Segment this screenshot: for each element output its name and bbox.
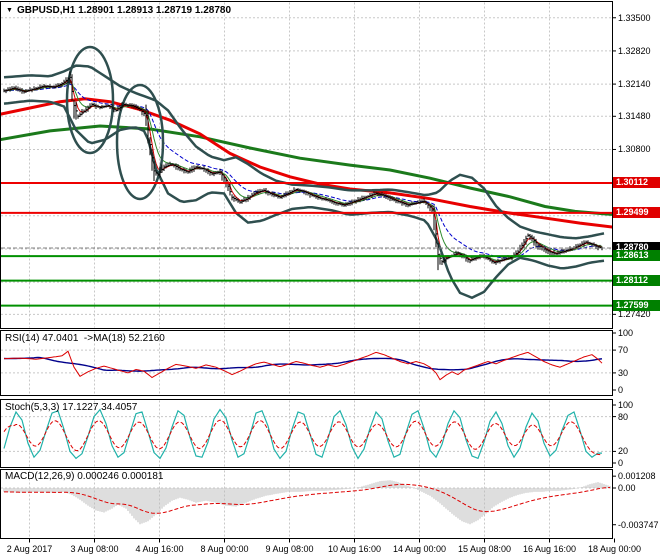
price-tick-label: 1.30800 (618, 144, 651, 155)
price-level-badge-red: 1.30112 (613, 177, 660, 189)
rsi-tick-label: 30 (618, 367, 629, 378)
rsi-indicator-label: RSI(14) 47.0401 ->MA(18) 52.2160 (5, 333, 165, 344)
time-axis-label: 14 Aug 00:00 (392, 544, 447, 554)
rsi-tick-label: 100 (618, 328, 634, 338)
macd-tick-label: 0.00 (618, 483, 636, 493)
ohlc-readout: 1.28901 1.28913 1.28719 1.28780 (78, 5, 232, 16)
macd-tick-label: 0.001208 (618, 471, 656, 482)
price-tick-label: 1.31480 (618, 111, 651, 122)
price-tick-label: 1.32820 (618, 45, 651, 56)
price-level-badge-green: 1.28613 (613, 250, 660, 262)
price-level-badge-red: 1.29499 (613, 206, 660, 218)
stoch-tick-label: 0 (618, 458, 624, 468)
price-tick-label: 1.32140 (618, 79, 651, 90)
time-axis-label: 16 Aug 16:00 (522, 544, 577, 554)
stoch-indicator-label: Stoch(5,3,3) 17.1227 34.4057 (5, 402, 138, 413)
symbol-title[interactable]: ▼ GBPUSD,H1 1.28901 1.28913 1.28719 1.287… (6, 5, 231, 16)
time-axis-label: 18 Aug 00:00 (587, 544, 642, 554)
trading-chart-window: { "window": { "title_symbol": "GBPUSD,H1… (0, 0, 660, 560)
stoch-tick-label: 20 (618, 446, 629, 457)
time-axis-label: 9 Aug 08:00 (265, 544, 314, 554)
price-level-badge-green: 1.27599 (613, 299, 660, 311)
rsi-tick-label: 70 (618, 345, 629, 356)
dropdown-arrow-icon[interactable]: ▼ (6, 7, 13, 14)
stoch-tick-label: 80 (618, 411, 629, 422)
time-axis-label: 8 Aug 00:00 (200, 544, 249, 554)
symbol-name: GBPUSD,H1 (16, 5, 76, 16)
time-axis-label: 10 Aug 16:00 (327, 544, 382, 554)
time-axis-label: 2 Aug 2017 (6, 544, 53, 554)
stoch-tick-label: 100 (618, 400, 634, 410)
time-axis-label: 3 Aug 08:00 (70, 544, 119, 554)
price-level-badge-green: 1.28112 (613, 274, 660, 286)
rsi-tick-label: 0 (618, 385, 624, 395)
price-tick-label: 1.27420 (618, 309, 651, 320)
macd-indicator-label: MACD(12,26,9) 0.000246 0.000181 (5, 471, 164, 482)
macd-tick-label: -0.003747 (618, 519, 659, 530)
time-axis-label: 15 Aug 08:00 (457, 544, 512, 554)
time-axis-label: 4 Aug 16:00 (135, 544, 184, 554)
price-tick-label: 1.33500 (618, 12, 651, 23)
